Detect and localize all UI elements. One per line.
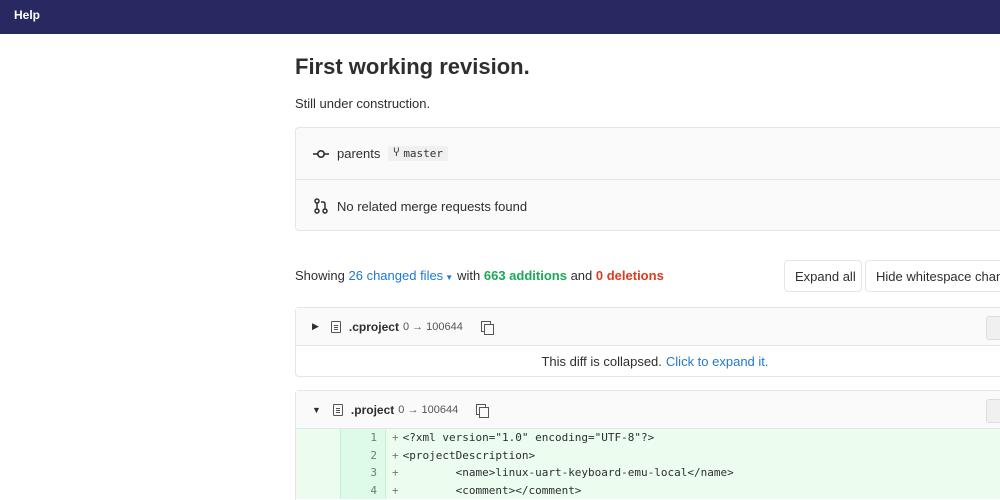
line-text: <projectDescription> bbox=[402, 448, 536, 462]
commit-description: Still under construction. bbox=[295, 96, 431, 111]
parent-branch-tag[interactable]: Ⴤ master bbox=[388, 146, 449, 161]
hide-whitespace-button[interactable]: Hide whitespace changes bbox=[865, 260, 1000, 292]
old-line-number bbox=[296, 446, 341, 464]
copy-icon[interactable] bbox=[480, 320, 494, 335]
new-line-number[interactable]: 4 bbox=[341, 481, 386, 499]
merge-request-icon bbox=[312, 198, 330, 214]
line-content: + <name>linux-uart-keyboard-emu-local</n… bbox=[386, 464, 1000, 482]
parents-row: parents Ⴤ master bbox=[296, 128, 1000, 180]
parent-branch-name: master bbox=[403, 147, 444, 160]
merge-requests-row: No related merge requests found bbox=[296, 180, 1000, 232]
expand-triangle-icon[interactable]: ▶ bbox=[312, 321, 319, 332]
collapse-triangle-icon[interactable]: ▼ bbox=[312, 405, 321, 415]
caret-down-icon: ▼ bbox=[445, 273, 454, 282]
line-content: + <projectDescription> bbox=[386, 446, 1000, 464]
file-icon bbox=[330, 320, 341, 333]
expand-diff-link[interactable]: Click to expand it. bbox=[666, 354, 769, 369]
parents-label: parents bbox=[337, 146, 381, 161]
diff-line: 4 + <comment></comment> bbox=[296, 481, 1000, 499]
stats-and: and bbox=[570, 268, 593, 283]
copy-icon[interactable] bbox=[476, 403, 490, 418]
merge-requests-text: No related merge requests found bbox=[337, 198, 528, 214]
old-line-number bbox=[296, 464, 341, 482]
collapsed-diff-notice: This diff is collapsed. Click to expand … bbox=[296, 346, 1000, 376]
line-text: <name>linux-uart-keyboard-emu-local</nam… bbox=[402, 466, 734, 479]
old-line-number bbox=[296, 429, 341, 447]
stats-showing: Showing bbox=[295, 268, 345, 283]
diff-line: 2 + <projectDescription> bbox=[296, 446, 1000, 464]
file-header[interactable]: ▼ .project 0 → 100644 bbox=[296, 391, 1000, 429]
additions-count: 663 additions bbox=[483, 268, 567, 283]
old-line-number bbox=[296, 481, 341, 499]
changed-files-dropdown[interactable]: 26 changed files ▼ bbox=[349, 268, 458, 283]
file-actions-button[interactable] bbox=[986, 399, 1000, 423]
diff-stats: Showing 26 changed files ▼ with 663 additi… bbox=[295, 268, 664, 283]
diff-file-cproject: ▶ .cproject 0 → 100644 This diff is coll… bbox=[295, 307, 1000, 377]
new-line-number[interactable]: 1 bbox=[341, 429, 386, 447]
diff-line: 1 + <?xml version="1.0" encoding="UTF-8"?… bbox=[296, 429, 1000, 447]
file-actions-button[interactable] bbox=[986, 316, 1000, 340]
line-content: + <?xml version="1.0" encoding="UTF-8"?> bbox=[386, 429, 1000, 447]
collapsed-text: This diff is collapsed. bbox=[541, 353, 662, 369]
branch-icon: Ⴤ bbox=[393, 148, 400, 159]
help-menu-link[interactable]: Help bbox=[14, 8, 40, 22]
file-name[interactable]: .cproject bbox=[349, 320, 399, 334]
file-name[interactable]: .project bbox=[351, 403, 394, 417]
new-line-number[interactable]: 2 bbox=[341, 446, 386, 464]
commit-info-box: parents Ⴤ master No related merge reques… bbox=[295, 127, 1000, 231]
top-navbar: Help bbox=[0, 0, 1000, 34]
file-icon bbox=[332, 403, 343, 416]
deletions-count: 0 deletions bbox=[595, 268, 664, 283]
file-mode-change: 0 → 100644 bbox=[398, 403, 459, 416]
expand-all-button[interactable]: Expand all bbox=[784, 260, 862, 292]
commit-title: First working revision. bbox=[295, 54, 530, 79]
diff-file-project: ▼ .project 0 → 100644 1 + <?xml version="… bbox=[295, 390, 1000, 500]
new-line-number[interactable]: 3 bbox=[341, 464, 386, 482]
changed-files-count: 26 changed files bbox=[348, 268, 444, 283]
diff-line: 3 + <name>linux-uart-keyboard-emu-local<… bbox=[296, 464, 1000, 482]
line-content: + <comment></comment> bbox=[386, 481, 1000, 499]
line-text: <?xml version="1.0" encoding="UTF-8"?> bbox=[402, 431, 655, 444]
commit-page: First working revision. Still under cons… bbox=[295, 34, 1000, 500]
file-mode-change: 0 → 100644 bbox=[402, 320, 463, 333]
diff-code: 1 + <?xml version="1.0" encoding="UTF-8"?… bbox=[296, 429, 1000, 499]
line-text: <comment></comment> bbox=[402, 483, 582, 497]
commit-icon bbox=[312, 149, 330, 159]
file-header[interactable]: ▶ .cproject 0 → 100644 bbox=[296, 308, 1000, 346]
stats-with: with bbox=[457, 268, 481, 283]
